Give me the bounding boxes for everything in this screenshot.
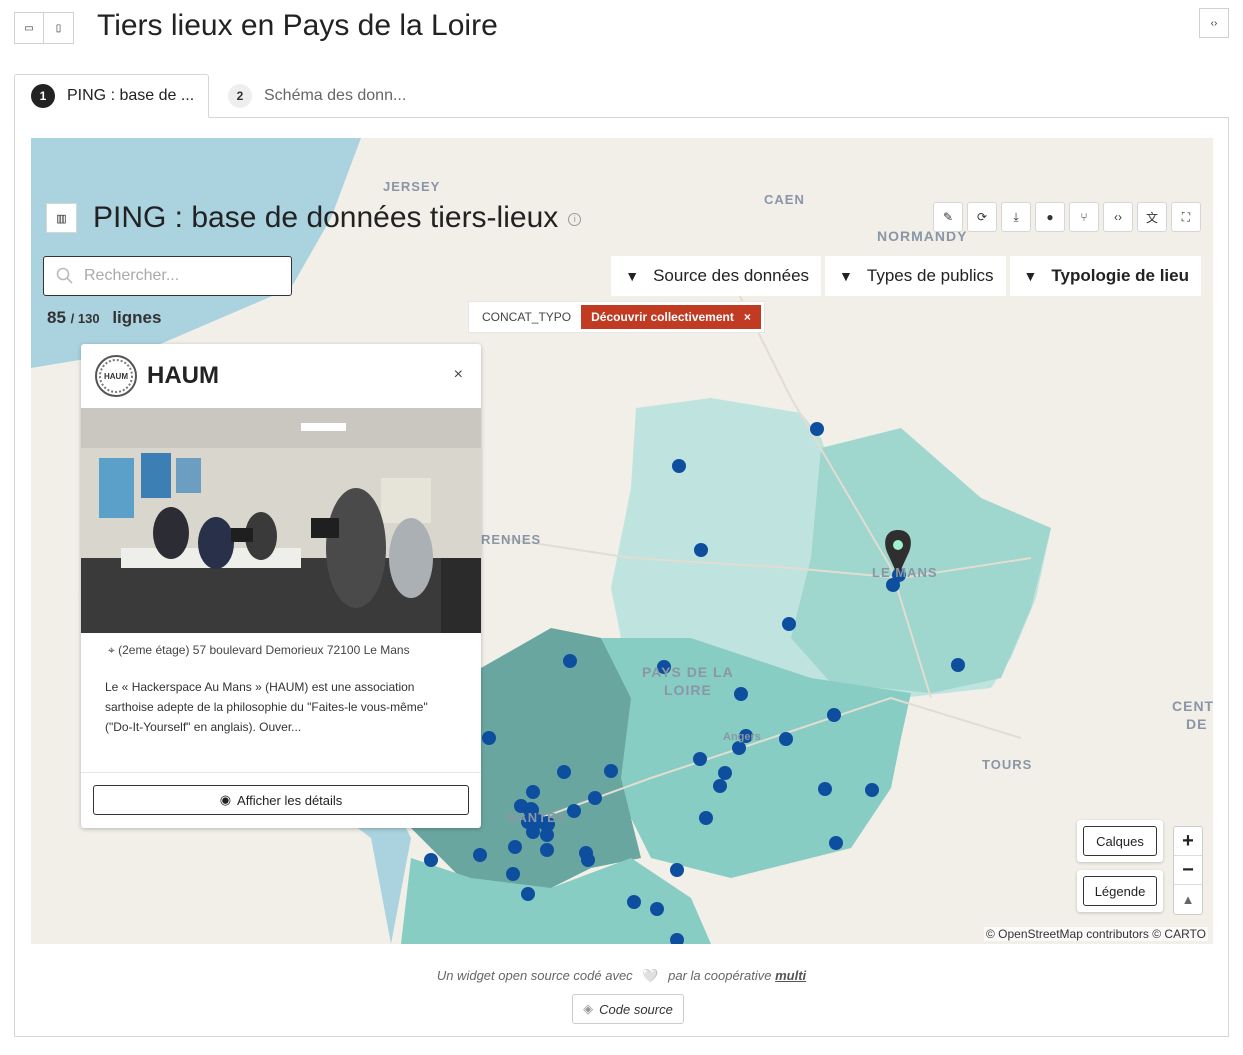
- tab-label: Schéma des donn...: [264, 87, 407, 104]
- haum-logo: HAUM: [95, 355, 137, 397]
- filter-icon: ▼: [1023, 268, 1038, 284]
- pencil-icon[interactable]: ✎: [933, 202, 963, 232]
- footer-credit: Un widget open source codé avec 🤍 par la…: [0, 968, 1243, 984]
- source-code-button[interactable]: ◈ Code source: [572, 994, 684, 1024]
- filter-typologie[interactable]: ▼ Typologie de lieu: [1009, 256, 1201, 296]
- filter-source[interactable]: ▼ Source des données: [611, 256, 822, 296]
- map[interactable]: JERSEY CAEN NORMANDY RENNES LE MANS PAYS…: [31, 138, 1213, 944]
- close-icon[interactable]: ×: [454, 366, 463, 384]
- place-label: JERSEY: [383, 179, 441, 194]
- map-toolbar: ✎ ⟳ ⤓ ● ⑂ ‹› 文 ⛶: [933, 202, 1201, 232]
- search-icon: [56, 267, 73, 284]
- count-total: / 130: [70, 311, 100, 326]
- count-unit: lignes: [112, 308, 162, 327]
- place-label: LOIRE: [664, 682, 712, 698]
- address-text: (2eme étage) 57 boulevard Demorieux 7210…: [118, 643, 410, 657]
- compass-button[interactable]: ▲: [1174, 885, 1202, 914]
- source-code-label: Code source: [599, 1001, 673, 1017]
- heart-icon: 🤍: [642, 968, 659, 983]
- details-label: Afficher les détails: [237, 792, 343, 808]
- info-icon[interactable]: i: [568, 212, 582, 226]
- layers-control: Calques: [1077, 820, 1163, 862]
- page-title: Tiers lieux en Pays de la Loire: [97, 9, 498, 42]
- place-label: NANTES: [507, 810, 567, 825]
- place-photo: [81, 408, 481, 633]
- tab-label: PING : base de ...: [67, 87, 195, 104]
- zoom-out-button[interactable]: −: [1174, 856, 1202, 885]
- place-popup: HAUM HAUM × ⌖ (2eme étage) 57 boulevard …: [81, 344, 481, 828]
- tab-bar: 1 PING : base de ... 2 Schéma des donn..…: [14, 74, 1229, 118]
- place-label: PAYS DE LA: [642, 664, 734, 680]
- place-label: LE MANS: [872, 565, 938, 580]
- place-label: CENT: [1172, 698, 1213, 714]
- download-icon[interactable]: ⤓: [1001, 202, 1031, 232]
- tab-number: 1: [31, 84, 55, 108]
- map-title: PING : base de données tiers-lieux i: [93, 201, 582, 235]
- footer-prefix: Un widget open source codé avec: [436, 968, 633, 983]
- map-title-text: PING : base de données tiers-lieux: [93, 201, 559, 234]
- popup-header: HAUM HAUM ×: [81, 344, 481, 408]
- popup-description: Le « Hackerspace Au Mans » (HAUM) est un…: [105, 680, 428, 734]
- place-label: DE: [1186, 716, 1208, 732]
- code-icon[interactable]: ‹›: [1199, 8, 1229, 38]
- fullscreen-icon[interactable]: ⛶: [1171, 202, 1201, 232]
- zoom-in-button[interactable]: +: [1174, 827, 1202, 856]
- tab-schema[interactable]: 2 Schéma des donn...: [224, 74, 406, 118]
- close-icon[interactable]: ×: [744, 310, 751, 324]
- active-filter-chip: CONCAT_TYPO Découvrir collectivement ×: [468, 301, 765, 333]
- layout-vertical-icon[interactable]: ▯: [44, 12, 74, 44]
- map-attribution: © OpenStreetMap contributors © CARTO: [984, 927, 1208, 941]
- coop-link[interactable]: multi: [775, 968, 806, 983]
- count-shown: 85: [47, 308, 66, 327]
- zoom-control: + − ▲: [1173, 826, 1203, 915]
- place-label: TOURS: [982, 757, 1033, 772]
- place-label: CAEN: [764, 192, 805, 207]
- popup-footer: ◉ Afficher les détails: [81, 772, 481, 828]
- footer-middle: par la coopérative: [668, 968, 772, 983]
- map-icon[interactable]: ▥: [46, 203, 77, 233]
- legend-button[interactable]: Légende: [1083, 876, 1157, 906]
- haum-logo-text: HAUM: [104, 372, 128, 381]
- chip-value[interactable]: Découvrir collectivement ×: [581, 305, 761, 329]
- filter-icon: ▼: [625, 268, 640, 284]
- layout-switcher: ▭ ▯: [14, 12, 74, 44]
- filter-icon: ▼: [839, 268, 853, 284]
- popup-title: HAUM: [147, 362, 219, 389]
- search-input[interactable]: [84, 267, 274, 285]
- tab-ping[interactable]: 1 PING : base de ...: [14, 74, 209, 118]
- gitlab-icon: ◈: [583, 1001, 594, 1016]
- place-label: RENNES: [481, 532, 542, 547]
- details-button[interactable]: ◉ Afficher les détails: [93, 785, 469, 815]
- reload-icon[interactable]: ⟳: [967, 202, 997, 232]
- place-label: Angers: [723, 731, 761, 743]
- eye-icon: ◉: [219, 792, 232, 807]
- filter-label: Types de publics: [866, 266, 994, 285]
- filter-label: Source des données: [653, 266, 810, 285]
- layout-horizontal-icon[interactable]: ▭: [14, 12, 44, 44]
- legend-control: Légende: [1077, 870, 1163, 912]
- chip-value-label: Découvrir collectivement: [591, 310, 734, 324]
- search-box: [43, 256, 292, 296]
- location-icon: ⌖: [108, 643, 119, 657]
- row-count: 85 / 130 lignes: [47, 308, 161, 328]
- code-icon[interactable]: ‹›: [1103, 202, 1133, 232]
- translate-icon[interactable]: 文: [1137, 202, 1167, 232]
- layers-button[interactable]: Calques: [1083, 826, 1157, 856]
- popup-address: ⌖ (2eme étage) 57 boulevard Demorieux 72…: [81, 633, 481, 677]
- chip-key: CONCAT_TYPO: [482, 310, 572, 324]
- branch-icon[interactable]: ⑂: [1069, 202, 1099, 232]
- filter-label: Typologie de lieu: [1051, 266, 1189, 285]
- user-icon[interactable]: ●: [1035, 202, 1065, 232]
- haum-logo-image: HAUM: [99, 359, 133, 393]
- filter-bar: ▼ Source des données ▼ Types de publics ▼ T…: [611, 256, 1201, 296]
- tab-number: 2: [228, 84, 252, 108]
- filter-publics[interactable]: ▼ Types de publics: [825, 256, 1006, 296]
